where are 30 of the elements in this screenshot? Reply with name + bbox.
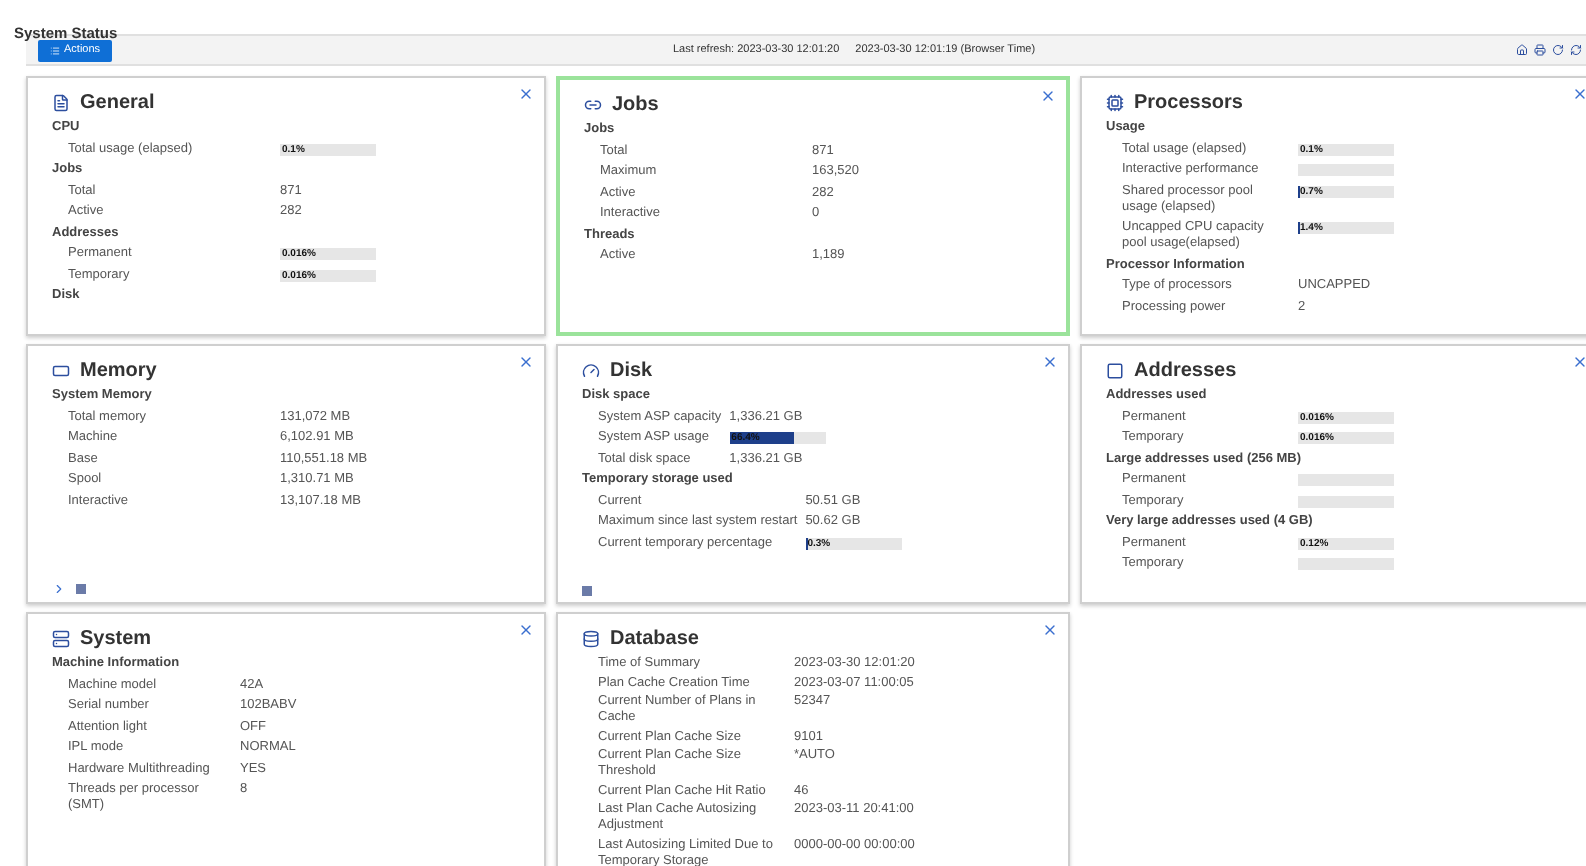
- card-icon: [52, 362, 70, 380]
- printer-icon[interactable]: [1534, 44, 1546, 56]
- card-icon: [52, 630, 70, 648]
- chevron-icon[interactable]: [52, 582, 66, 596]
- card-icon: [582, 630, 600, 648]
- close-button[interactable]: [518, 354, 534, 370]
- card-icon: [1106, 362, 1124, 380]
- card-icon: [1106, 94, 1124, 112]
- close-button[interactable]: [1042, 354, 1058, 370]
- close-button[interactable]: [518, 86, 534, 102]
- list-icon: [50, 45, 60, 55]
- close-button[interactable]: [518, 622, 534, 638]
- refresh-icon[interactable]: [1570, 44, 1582, 56]
- card-title: Memory: [80, 358, 157, 386]
- card-icon: [582, 362, 600, 380]
- card-title: General: [80, 90, 155, 118]
- close-button[interactable]: [1042, 622, 1058, 638]
- card-icon: [52, 94, 70, 112]
- card-title: Disk: [610, 358, 653, 386]
- card-icon: [584, 96, 602, 114]
- card-title: Jobs: [612, 92, 659, 120]
- close-button[interactable]: [1572, 354, 1586, 370]
- home-icon[interactable]: [1516, 44, 1528, 56]
- close-button[interactable]: [1040, 88, 1056, 104]
- card-title: Addresses: [1134, 358, 1237, 386]
- card-title: Database: [610, 626, 699, 654]
- card-title: Processors: [1134, 90, 1243, 118]
- card-title: System: [80, 626, 152, 654]
- close-button[interactable]: [1572, 86, 1586, 102]
- refresh-icon[interactable]: [1552, 44, 1564, 56]
